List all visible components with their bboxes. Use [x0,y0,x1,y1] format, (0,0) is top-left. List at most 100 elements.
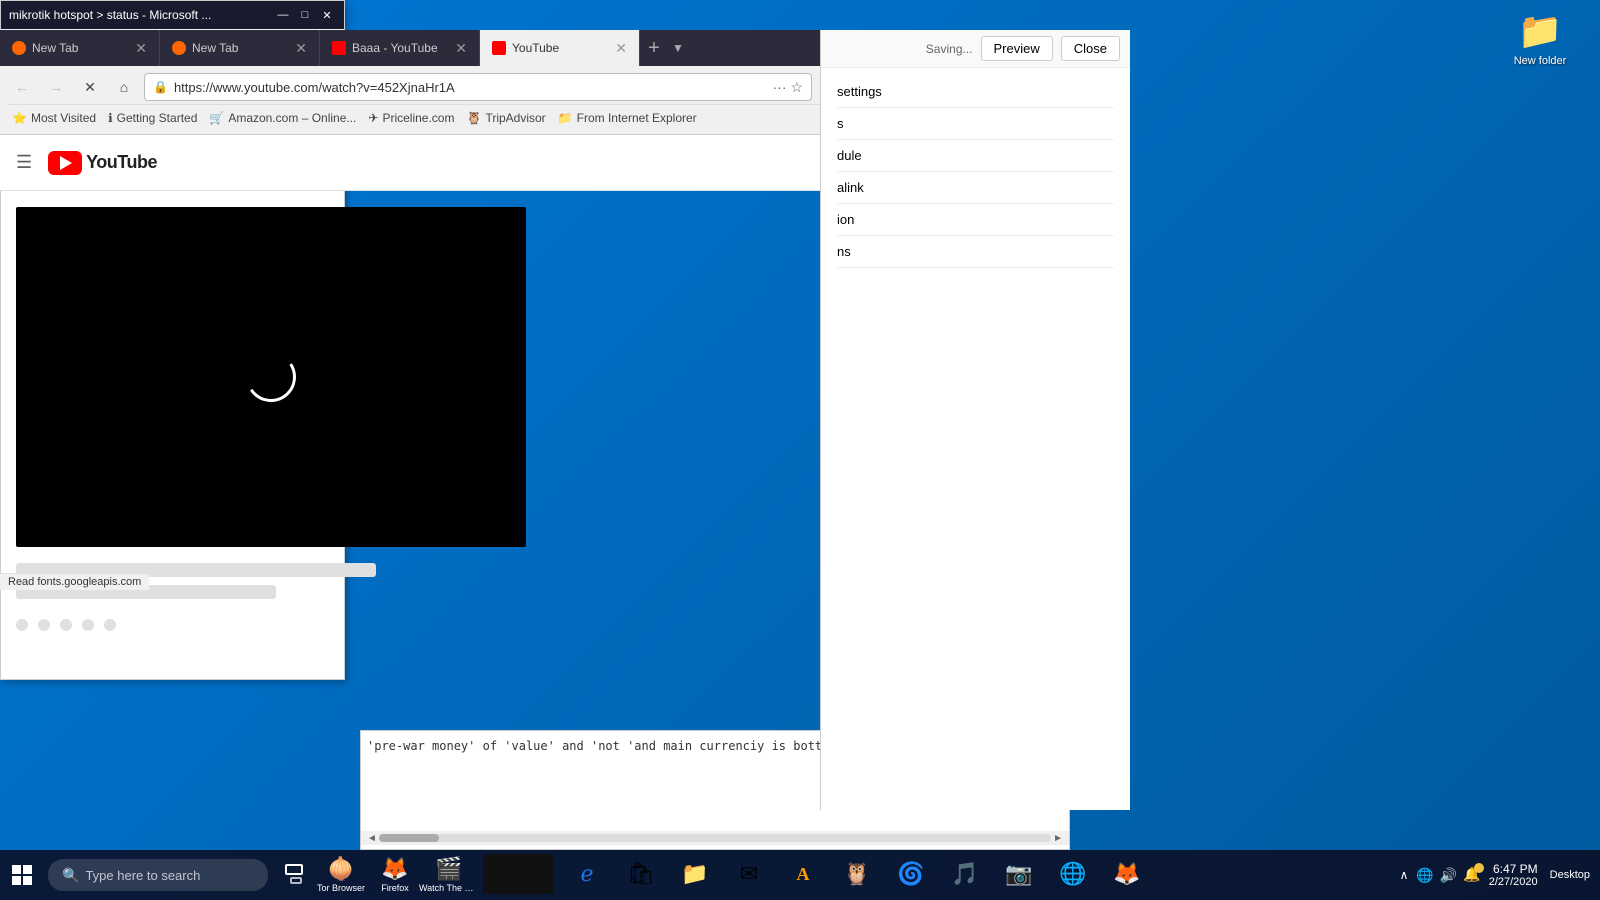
firefox-tab-close-2[interactable]: ✕ [295,40,307,57]
mikrotik-maximize[interactable]: □ [296,6,314,24]
bookmark-label-5: TripAdvisor [485,111,545,125]
taskbar-app-camera[interactable]: 📷 [994,850,1044,900]
video-icon: 🎬 [435,856,462,882]
tripadvisor-owl-icon: 🦉 [843,861,870,887]
bookmark-star[interactable]: ☆ [791,79,804,96]
browser2-icon: 🌐 [1059,861,1086,887]
scroll-left-arrow[interactable]: ◄ [365,833,379,844]
taskbar-app-orbot[interactable]: 🌀 [886,850,936,900]
address-bar-url: https://www.youtube.com/watch?v=452XjnaH… [174,80,767,95]
video-loading-indicator [16,207,526,547]
desktop: 📁 New folder mikrotik hotspot > status -… [0,0,1600,900]
mikrotik-titlebar: mikrotik hotspot > status - Microsoft ..… [1,1,344,29]
bookmark-label: Most Visited [31,111,96,125]
taskbar-app-firefox[interactable]: 🦊 Firefox [370,850,420,900]
firefox-tab-newtab-2[interactable]: New Tab ✕ [160,30,320,66]
mikrotik-title: mikrotik hotspot > status - Microsoft ..… [9,8,274,22]
panel-item-ns[interactable]: ns [837,236,1114,268]
menu-item-2: dule [837,148,862,163]
firefox-tab-close-3[interactable]: ✕ [455,40,467,57]
network-icon[interactable]: 🌐 [1416,867,1433,884]
horizontal-scrollbar[interactable]: ◄ ► [361,831,1069,845]
firefox-tabs-dropdown[interactable]: ▼ [672,41,684,55]
bookmark-amazon[interactable]: 🛒 Amazon.com – Online... [209,111,356,125]
bookmark-priceline[interactable]: ✈ Priceline.com [368,111,454,125]
dot-3 [60,619,72,631]
tor-browser-label: Tor Browser [317,883,365,893]
youtube-favicon-4 [492,41,506,55]
taskbar-app-amazon[interactable]: A [778,850,828,900]
start-button[interactable] [0,853,44,897]
browser-content: ☰ YouTube [0,135,1130,710]
tor-browser-icon: 🧅 [327,856,354,882]
mail-icon: ✉ [740,861,758,887]
taskbar-app-explorer[interactable]: 📁 [670,850,720,900]
firefox-tab-close-1[interactable]: ✕ [135,40,147,57]
bookmark-ie[interactable]: 📁 From Internet Explorer [558,111,697,125]
dot-5 [104,619,116,631]
taskbar-app-video[interactable]: 🎬 Watch The Red Pill 20... [424,850,474,900]
taskbar-app-ie[interactable]: ℯ [562,850,612,900]
star-icon: ⭐ [12,111,27,125]
firefox-tab-close-4[interactable]: ✕ [615,40,627,57]
panel-item-dule[interactable]: dule [837,140,1114,172]
scroll-right-arrow[interactable]: ► [1051,833,1065,844]
address-bar-more[interactable]: ··· [773,79,787,96]
firefox-tab-youtube-active[interactable]: YouTube ✕ [480,30,640,66]
mikrotik-minimize[interactable]: — [274,6,292,24]
desktop-label[interactable]: Desktop [1550,869,1590,881]
mikrotik-controls: — □ ✕ [274,6,336,24]
nav-home-button[interactable]: ⌂ [110,73,138,101]
taskbar-app-store[interactable]: 🛍 [616,850,666,900]
nav-stop-button[interactable]: ✕ [76,73,104,101]
win-sq-3 [12,876,21,885]
panel-item-ion[interactable]: ion [837,204,1114,236]
address-bar[interactable]: 🔒 https://www.youtube.com/watch?v=452Xjn… [144,73,812,101]
orbot-icon: 🌀 [897,861,924,887]
taskbar-app-mediaplayer[interactable]: 🎵 [940,850,990,900]
taskbar-app-thumbnail[interactable] [478,850,558,900]
taskbar-time: 6:47 PM [1489,862,1538,876]
firefox-tab-newtab-1[interactable]: New Tab ✕ [0,30,160,66]
firefox-icon: 🦊 [381,856,408,882]
taskbar-app-tor[interactable]: 🧅 Tor Browser [316,850,366,900]
youtube-video-player[interactable] [16,207,526,547]
desktop-icon-label: New folder [1514,55,1567,67]
youtube-hamburger-icon[interactable]: ☰ [16,152,32,173]
taskbar-app-mail[interactable]: ✉ [724,850,774,900]
desktop-icon-new-folder[interactable]: 📁 New folder [1500,10,1580,67]
firefox-tab-youtube-baaa[interactable]: Baaa - YouTube ✕ [320,30,480,66]
video-thumbnail [483,854,553,894]
tray-overflow[interactable]: ∧ [1400,868,1409,882]
panel-item-alink[interactable]: alink [837,172,1114,204]
nav-forward-button[interactable]: → [42,73,70,101]
bookmark-label-6: From Internet Explorer [577,111,697,125]
volume-icon[interactable]: 🔊 [1440,867,1457,884]
firefox-new-tab-button[interactable]: + [640,34,668,62]
bookmark-label-3: Amazon.com – Online... [228,111,356,125]
bookmark-label-2: Getting Started [117,111,198,125]
taskbar-search-box[interactable]: 🔍 Type here to search [48,859,268,891]
scrollbar-thumb[interactable] [379,834,439,842]
taskbar-app-firefox2[interactable]: 🦊 [1102,850,1152,900]
youtube-logo[interactable]: YouTube [48,151,157,175]
bookmark-most-visited[interactable]: ⭐ Most Visited [12,111,96,125]
system-tray: ∧ 🌐 🔊 🔔 6:47 PM 2/27/2020 Desktop [1400,862,1600,888]
win-sq-2 [23,865,32,874]
notification-area[interactable]: 🔔 [1463,866,1480,884]
taskview-button[interactable] [276,850,312,900]
clock-area[interactable]: 6:47 PM 2/27/2020 [1489,862,1538,888]
bookmark-tripadvisor[interactable]: 🦉 TripAdvisor [466,111,545,125]
bookmark-getting-started[interactable]: ℹ Getting Started [108,111,197,125]
mikrotik-close[interactable]: ✕ [318,6,336,24]
dot-4 [82,619,94,631]
folder-icon: 📁 [558,111,573,125]
taskbar-app-browser2[interactable]: 🌐 [1048,850,1098,900]
nav-back-button[interactable]: ← [8,73,36,101]
scrollbar-track[interactable] [379,834,1051,842]
address-bar-actions: ··· ☆ [773,79,804,96]
lock-icon: 🔒 [153,80,168,94]
taskbar: 🔍 Type here to search 🧅 Tor Browser 🦊 Fi… [0,850,1600,900]
menu-item-4: ion [837,212,854,227]
taskbar-app-tripadvisor[interactable]: 🦉 [832,850,882,900]
